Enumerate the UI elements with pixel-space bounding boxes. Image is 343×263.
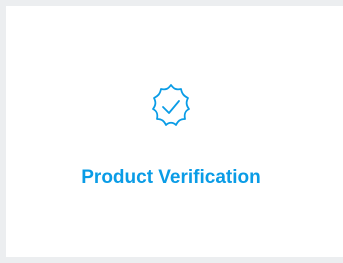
- product-verification-card[interactable]: Product Verification: [6, 6, 343, 257]
- verified-badge-icon: [145, 82, 197, 134]
- card-title: Product Verification: [81, 167, 261, 188]
